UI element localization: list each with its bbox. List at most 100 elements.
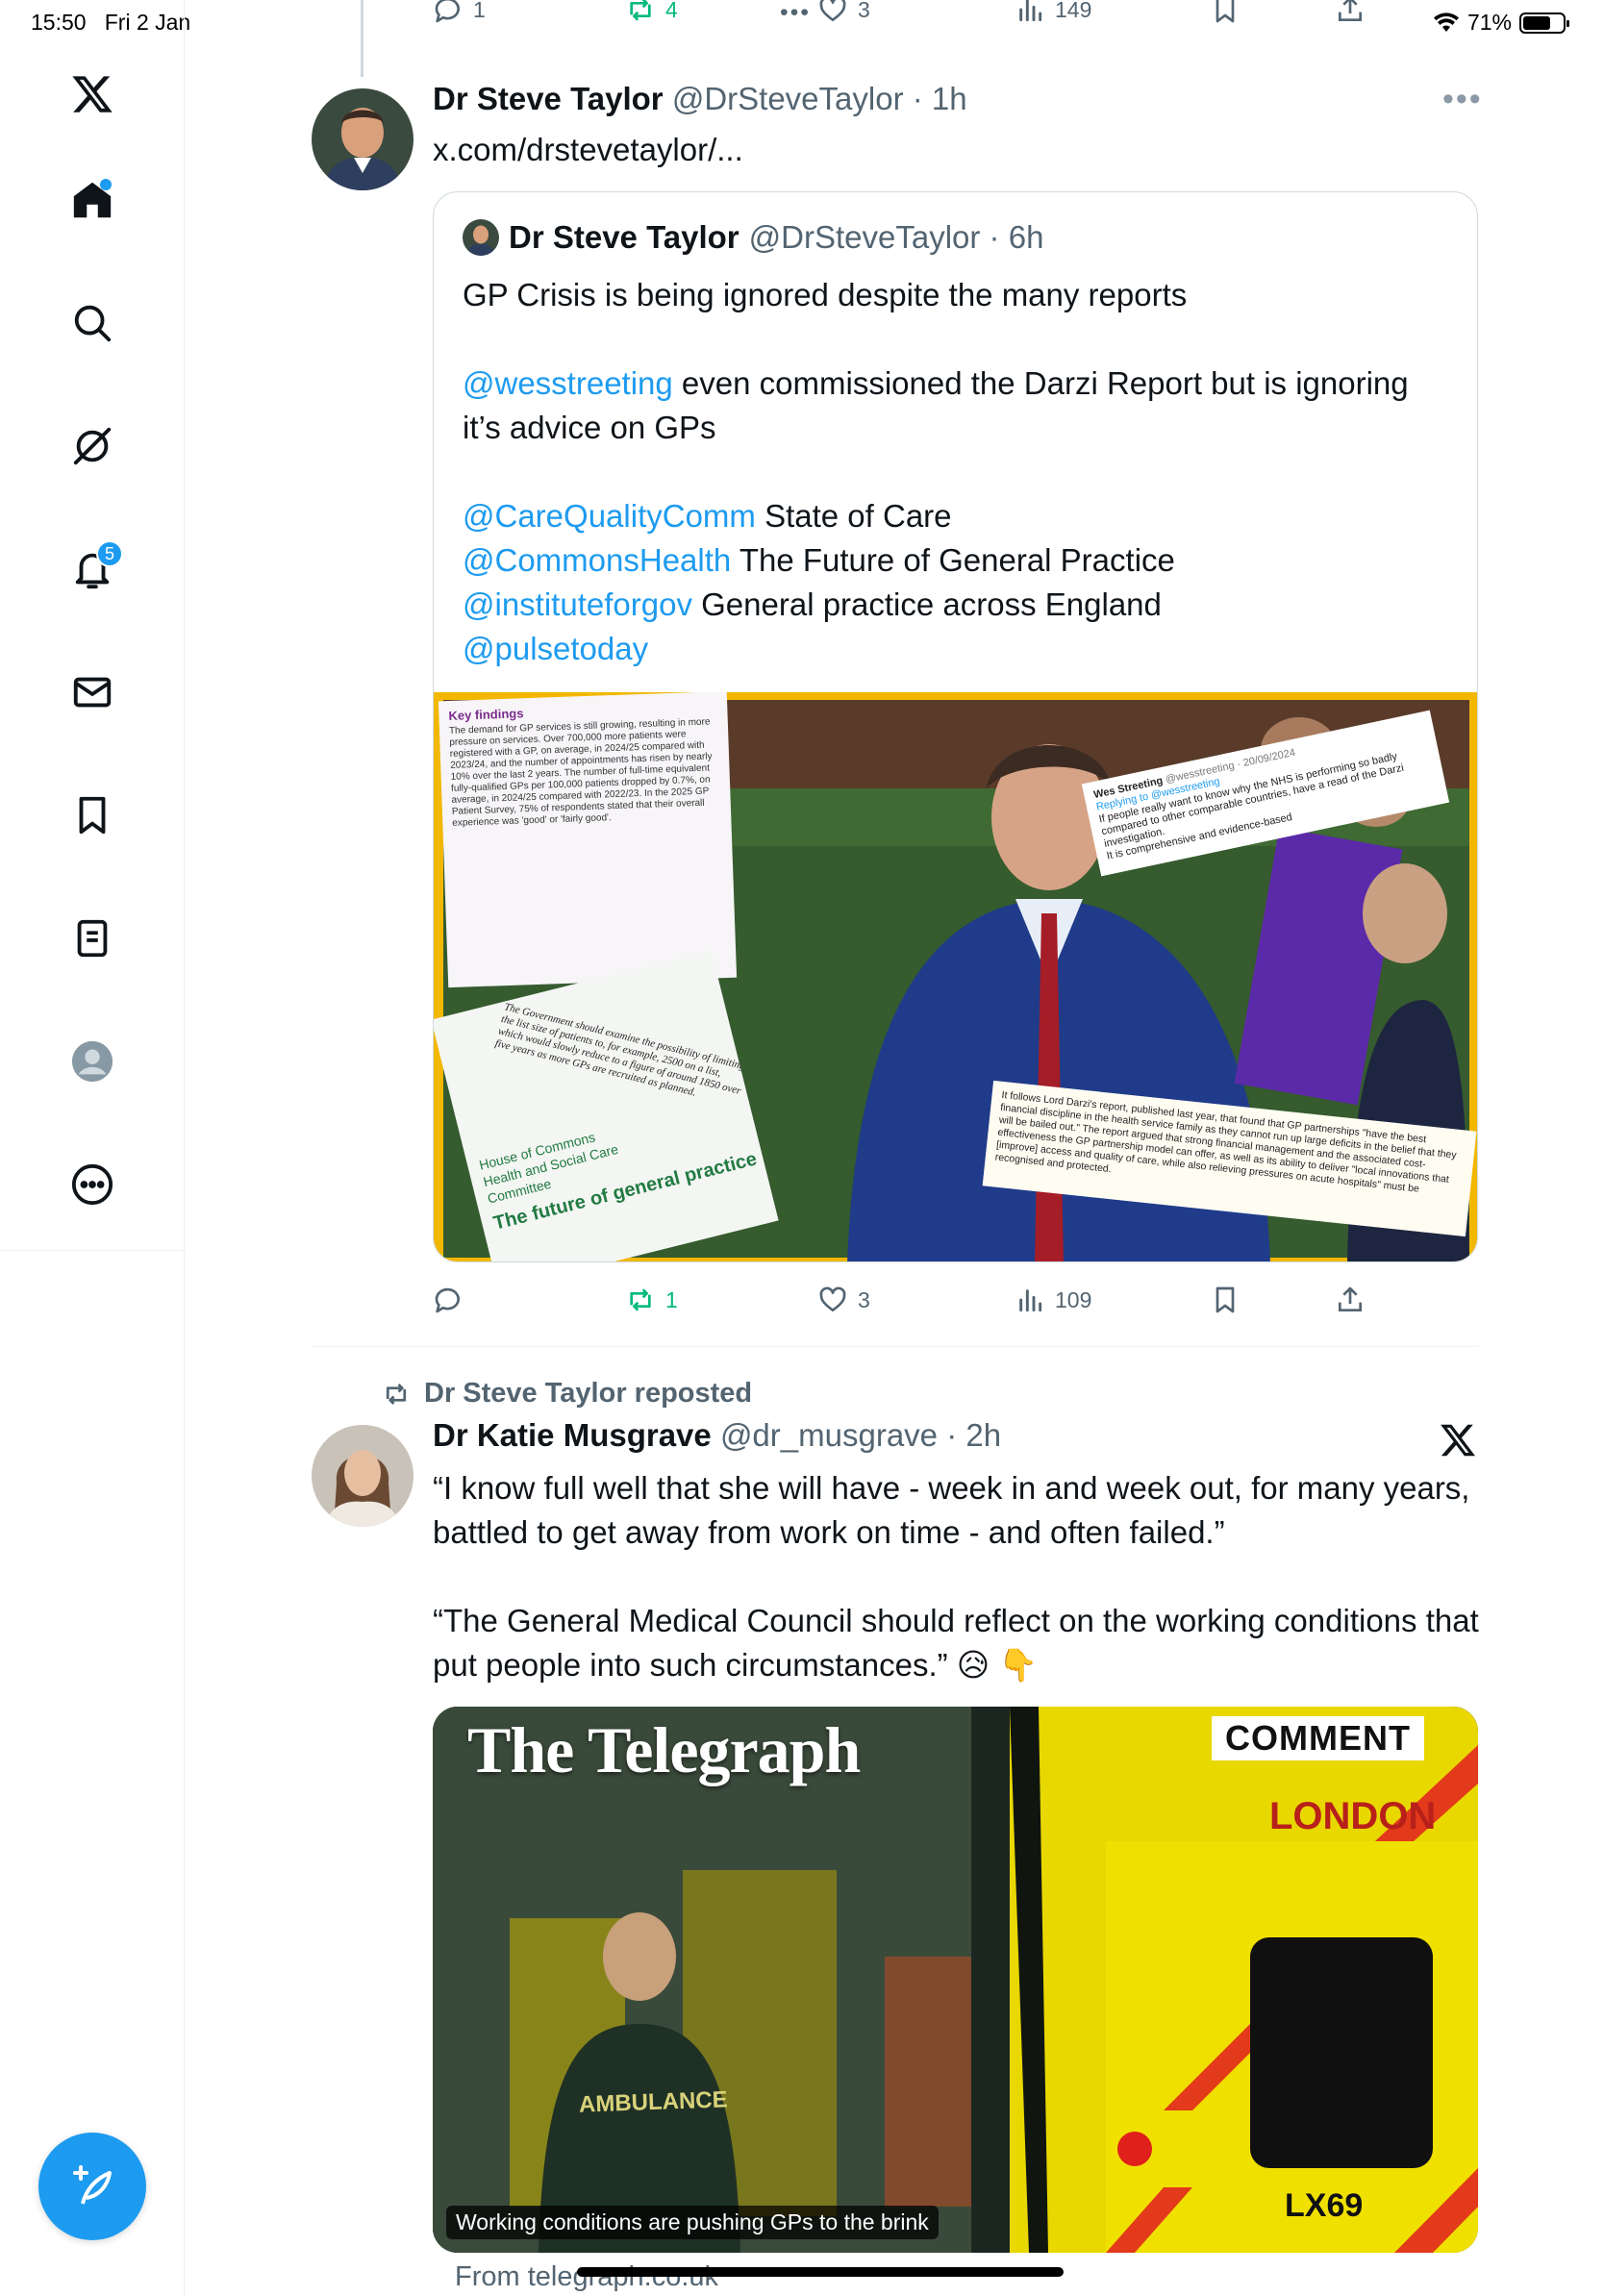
battery-fill [1523,15,1551,30]
avatar[interactable] [312,1425,414,1527]
repost-count: 4 [665,0,678,22]
quote-avatar-photo [463,219,499,256]
battery-icon [1519,12,1569,34]
nav-divider [0,1250,185,1251]
mention-commonshealth[interactable]: @CommonsHealth [463,542,731,578]
ambulance-london-text: LONDON [1269,1795,1437,1837]
mention-carequalitycomm[interactable]: @CareQualityComm [463,498,756,534]
link-preview-card[interactable]: The Telegraph COMMENT LONDON LX69 AMBULA… [433,1707,1478,2253]
compose-button[interactable] [38,2133,146,2240]
heart-icon [819,0,846,21]
more-circle-icon [71,1163,113,1206]
bookmark-icon [1216,1286,1235,1313]
overflow-button[interactable] [779,0,810,25]
reply-icon [435,0,460,23]
prev-tweet-actions: 1 4 3 149 [433,0,1394,33]
nav-home[interactable] [54,162,131,238]
views-button[interactable]: 109 [1015,1285,1091,1315]
share-button[interactable] [1335,0,1366,25]
key-findings-text: The demand for GP services is still grow… [448,716,713,829]
more-options-icon[interactable]: ••• [1442,81,1483,118]
nav-profile[interactable] [54,1023,131,1100]
tweet-header: Dr Katie Musgrave @dr_musgrave · 2h [433,1417,1001,1454]
grok-icon [73,427,112,465]
author-name[interactable]: Dr Katie Musgrave [433,1417,712,1453]
notifications-badge: 5 [96,540,123,567]
views-icon [1019,1289,1042,1312]
quote-line-1: GP Crisis is being ignored despite the m… [463,277,1188,312]
like-count: 3 [858,0,870,22]
repost-label[interactable]: Dr Steve Taylor reposted [424,1378,752,1410]
author-handle[interactable]: @dr_musgrave [720,1417,938,1453]
card-caption: Working conditions are pushing GPs to th… [446,2206,939,2239]
share-button[interactable] [1335,1285,1366,1315]
mention-pulsetoday[interactable]: @pulsetoday [463,631,648,666]
quote-text-3: The Future of General Practice [731,542,1175,578]
thread-connector [361,0,363,77]
share-icon [1339,0,1362,21]
quote-time: 6h [1008,219,1044,255]
bookmark-icon [1216,0,1235,23]
tweet-time[interactable]: 2h [965,1417,1001,1453]
nav-notifications[interactable]: 5 [54,531,131,608]
reply-button[interactable] [433,1285,473,1315]
views-button[interactable]: 149 [1015,0,1091,25]
mention-instituteforgov[interactable]: @instituteforgov [463,586,692,622]
quote-paragraph-3: @CareQualityComm State of Care @CommonsH… [463,494,1453,671]
bookmark-button[interactable] [1210,0,1241,25]
mail-icon [73,677,112,708]
nav-more[interactable] [54,1146,131,1223]
bookmark-button[interactable] [1210,1285,1241,1315]
quote-author-name: Dr Steve Taylor [509,219,739,255]
avatar-photo [312,1425,414,1527]
avatar[interactable] [312,88,414,190]
views-count: 149 [1055,0,1092,22]
mention-wesstreeting[interactable]: @wesstreeting [463,365,673,401]
nav-messages[interactable] [54,654,131,731]
avatar-photo [312,88,414,190]
paramedic-vest-text: AMBULANCE [578,2086,729,2118]
quote-tweet-card[interactable]: Dr Steve Taylor @DrSteveTaylor · 6h GP C… [433,191,1478,1262]
quote-avatar [463,219,499,256]
key-findings-clipping: Key findings The demand for GP services … [438,692,738,988]
x-logo-button[interactable] [54,56,131,133]
heart-icon [819,1286,846,1311]
tweet-time[interactable]: 1h [932,81,967,116]
link-source[interactable]: From telegraph.co.uk [455,2261,718,2293]
grok-x-button[interactable] [1439,1421,1477,1464]
tweet-paragraph-2: “The General Medical Council should refl… [433,1603,1479,1683]
quote-media-image[interactable]: Key findings The demand for GP services … [434,692,1477,1261]
views-icon [1019,0,1042,22]
repost-icon [386,1383,407,1405]
reply-button[interactable]: 1 [433,0,486,25]
profile-avatar-icon [71,1040,113,1083]
author-handle[interactable]: @DrSteveTaylor [672,81,904,116]
like-button[interactable]: 3 [817,0,870,25]
repost-count: 1 [665,1286,678,1312]
like-button[interactable]: 3 [817,1285,870,1315]
quote-author-handle: @DrSteveTaylor [748,219,981,255]
compose-feather-icon [73,2165,112,2205]
reply-icon [435,1287,460,1313]
nav-search[interactable] [54,285,131,362]
repost-button[interactable]: 4 [625,0,678,25]
ellipsis-icon [781,9,808,15]
tweet-separator [312,1346,1478,1347]
tweet-paragraph-1: “I know full well that she will have - w… [433,1470,1470,1550]
tweet-header: Dr Steve Taylor @DrSteveTaylor · 1h [433,81,967,117]
nav-grok[interactable] [54,408,131,485]
quote-paragraph-2: @wesstreeting even commissioned the Darz… [463,362,1453,450]
battery-percent: 71% [1466,10,1512,35]
nav-lists[interactable] [54,900,131,977]
repost-button[interactable]: 1 [625,1285,678,1315]
ambulance-plate-text: LX69 [1279,2187,1369,2225]
author-name[interactable]: Dr Steve Taylor [433,81,664,116]
views-count: 109 [1055,1286,1092,1312]
repost-icon [630,1288,651,1311]
nav-bookmarks[interactable] [54,777,131,854]
tweet1-actions: 1 3 109 [433,1285,1394,1323]
commons-recommendation-text: The Government should examine the possib… [493,1001,746,1099]
repost-icon [630,0,651,21]
quote-header: Dr Steve Taylor @DrSteveTaylor · 6h [463,219,1043,256]
tweet-link[interactable]: x.com/drstevetaylor/... [433,128,743,172]
